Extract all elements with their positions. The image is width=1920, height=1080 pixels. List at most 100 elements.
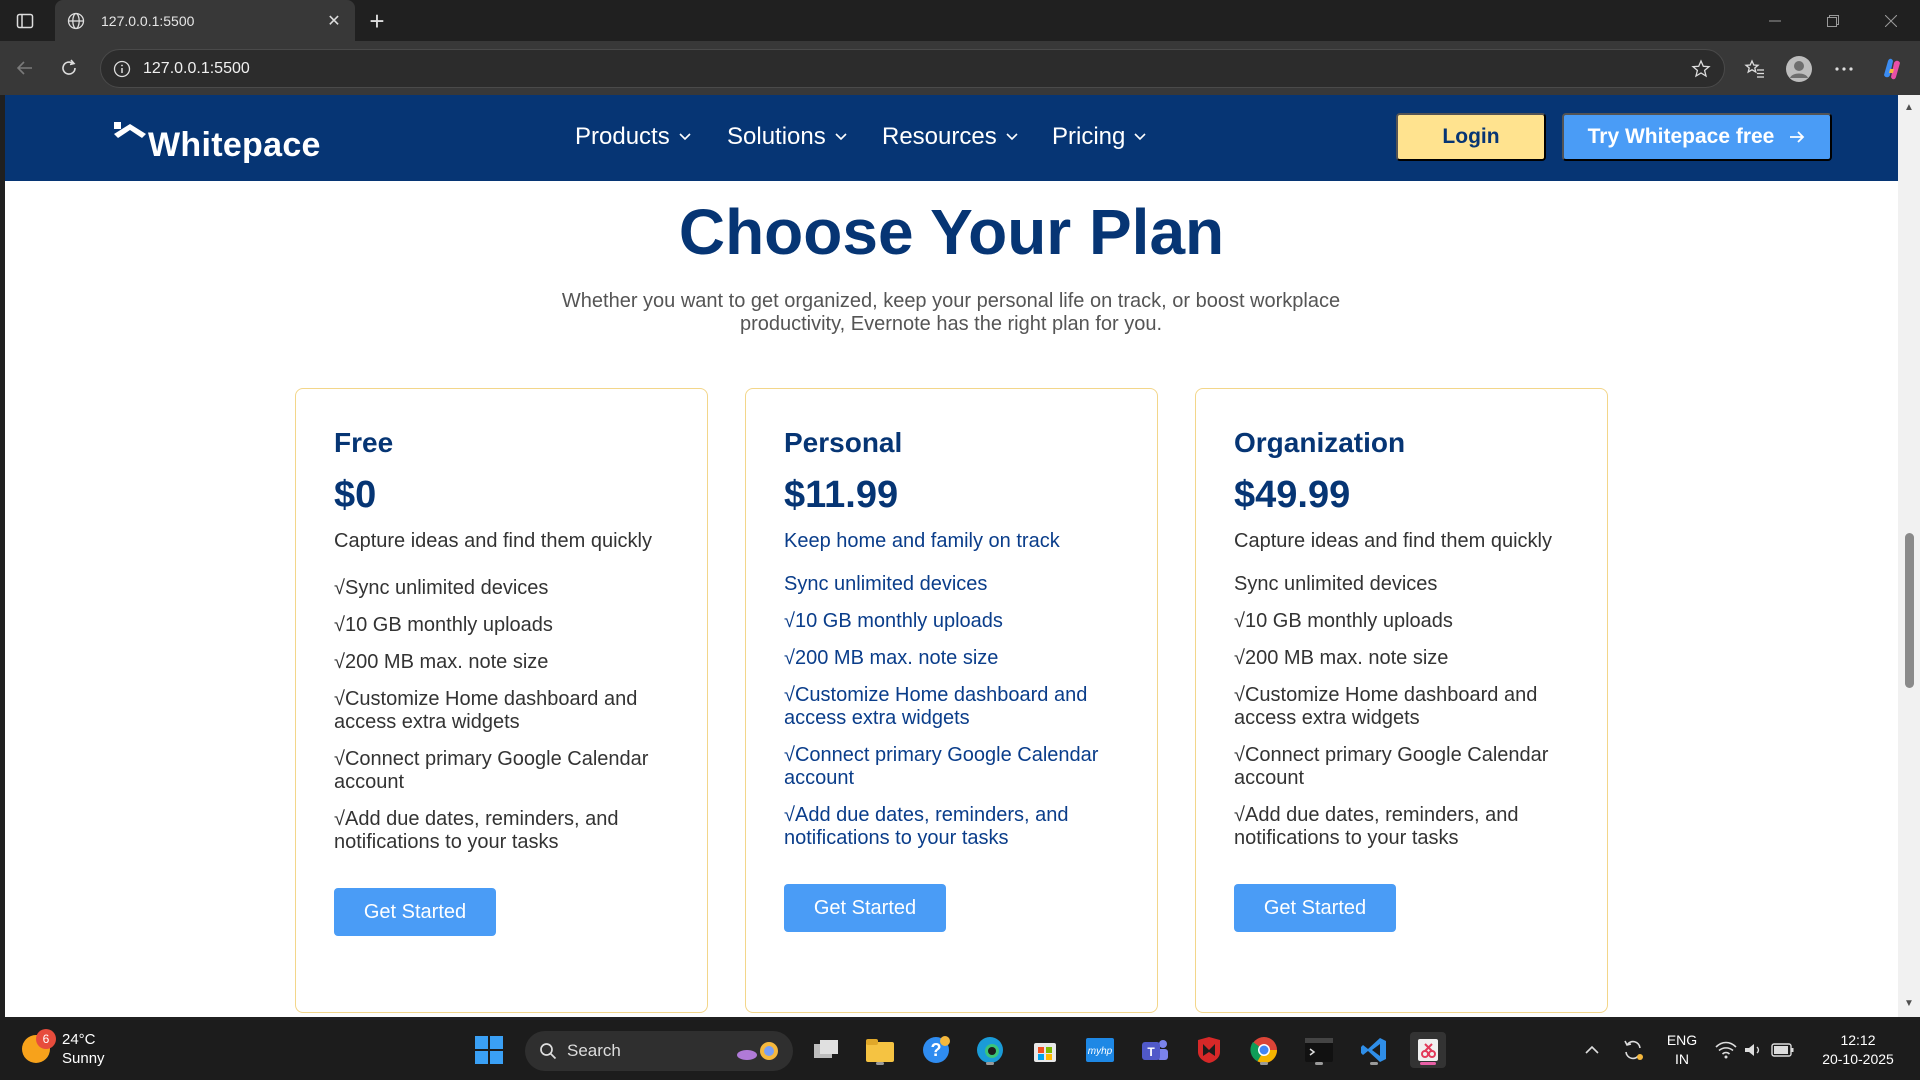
nav-label: Resources xyxy=(882,123,997,150)
browser-tab[interactable]: 127.0.0.1:5500 ✕ xyxy=(55,0,355,41)
get-started-button[interactable]: Get Started xyxy=(784,884,946,932)
running-indicator xyxy=(986,1062,994,1065)
quick-settings[interactable] xyxy=(1710,1032,1800,1068)
task-view-icon[interactable] xyxy=(808,1032,844,1068)
reload-icon[interactable] xyxy=(54,53,84,83)
nav-resources[interactable]: Resources xyxy=(882,123,1019,151)
more-options-icon[interactable] xyxy=(1828,53,1860,85)
weather-widget[interactable]: 6 24°C Sunny xyxy=(22,1029,105,1068)
url-bar[interactable]: 127.0.0.1:5500 xyxy=(100,49,1725,88)
svg-text:myhp: myhp xyxy=(1088,1046,1113,1057)
feature-item: √Connect primary Google Calendar account xyxy=(784,744,1099,789)
tab-title: 127.0.0.1:5500 xyxy=(101,12,195,29)
feature-list: √Sync unlimited devices √10 GB monthly u… xyxy=(334,577,684,868)
feature-item: √Connect primary Google Calendar account xyxy=(1234,744,1549,789)
language-indicator[interactable]: ENG IN xyxy=(1660,1031,1704,1069)
sync-icon[interactable] xyxy=(1615,1032,1651,1068)
profile-avatar-icon[interactable] xyxy=(1783,53,1815,85)
favorites-icon[interactable] xyxy=(1739,53,1771,85)
vscode-icon[interactable] xyxy=(1356,1032,1392,1068)
mcafee-icon[interactable] xyxy=(1191,1032,1227,1068)
copilot-icon[interactable] xyxy=(1876,53,1908,85)
plan-card-personal: Personal $11.99 Keep home and family on … xyxy=(745,388,1158,1013)
chrome-icon[interactable] xyxy=(1246,1032,1282,1068)
restore-icon[interactable] xyxy=(1804,0,1862,41)
feature-item: √10 GB monthly uploads xyxy=(1234,610,1453,632)
microsoft-store-icon[interactable] xyxy=(1027,1032,1063,1068)
plan-name: Free xyxy=(334,427,394,458)
running-indicator xyxy=(876,1062,884,1065)
scrollbar-thumb[interactable] xyxy=(1905,533,1914,688)
weather-temp: 24°C xyxy=(62,1031,96,1048)
nav-label: Products xyxy=(575,123,670,150)
page-scrollbar[interactable]: ▲ ▼ xyxy=(1898,95,1920,1017)
minimize-icon[interactable] xyxy=(1746,0,1804,41)
site-info-icon[interactable] xyxy=(111,58,133,80)
scroll-up-icon[interactable]: ▲ xyxy=(1903,101,1915,113)
tab-actions-icon[interactable] xyxy=(12,8,38,34)
login-button[interactable]: Login xyxy=(1396,113,1546,161)
favorite-star-icon[interactable] xyxy=(1686,54,1716,84)
scroll-down-icon[interactable]: ▼ xyxy=(1903,997,1915,1009)
clock[interactable]: 12:12 20-10-2025 xyxy=(1810,1031,1906,1069)
whitepace-logo-icon xyxy=(114,122,146,138)
feature-list: Sync unlimited devices √10 GB monthly up… xyxy=(784,573,1134,864)
url-text: 127.0.0.1:5500 xyxy=(143,59,250,77)
plan-card-organization: Organization $49.99 Capture ideas and fi… xyxy=(1195,388,1608,1013)
terminal-icon[interactable] xyxy=(1301,1032,1337,1068)
feature-item: √Sync unlimited devices xyxy=(334,577,549,599)
browser-address-bar: 127.0.0.1:5500 xyxy=(0,41,1920,95)
active-indicator xyxy=(1420,1062,1436,1065)
snipping-tool-icon[interactable] xyxy=(1410,1032,1446,1068)
feature-item: √200 MB max. note size xyxy=(784,647,999,669)
try-free-button[interactable]: Try Whitepace free xyxy=(1562,113,1832,161)
plan-tagline: Capture ideas and find them quickly xyxy=(1234,530,1552,552)
nav-pricing[interactable]: Pricing xyxy=(1052,123,1147,151)
file-explorer-icon[interactable] xyxy=(862,1032,898,1068)
feature-item: √Customize Home dashboard and access ext… xyxy=(334,688,638,733)
feature-item: √200 MB max. note size xyxy=(1234,647,1449,669)
nav-products[interactable]: Products xyxy=(575,123,692,151)
lang-line2: IN xyxy=(1675,1051,1689,1067)
edge-browser-icon[interactable] xyxy=(972,1032,1008,1068)
arrow-right-icon xyxy=(1788,128,1806,146)
notification-badge: 6 xyxy=(36,1029,56,1049)
help-icon[interactable]: ? xyxy=(918,1032,954,1068)
feature-item: √Customize Home dashboard and access ext… xyxy=(784,684,1088,729)
nav-label: Pricing xyxy=(1052,123,1126,150)
get-started-button[interactable]: Get Started xyxy=(1234,884,1396,932)
battery-icon xyxy=(1771,1043,1794,1057)
feature-item: Sync unlimited devices xyxy=(1234,573,1438,595)
sun-icon: 6 xyxy=(22,1029,56,1063)
svg-text:T: T xyxy=(1147,1045,1155,1059)
nav-solutions[interactable]: Solutions xyxy=(727,123,848,151)
chevron-down-icon xyxy=(834,130,848,144)
running-indicator xyxy=(1370,1062,1378,1065)
teams-icon[interactable]: T xyxy=(1137,1032,1173,1068)
feature-item: √10 GB monthly uploads xyxy=(334,614,553,636)
windows-taskbar: 6 24°C Sunny Search ? myhp T ENG IN 12:1… xyxy=(0,1020,1920,1080)
feature-item: √Add due dates, reminders, and notificat… xyxy=(1234,804,1519,849)
get-started-button[interactable]: Get Started xyxy=(334,888,496,936)
feature-item: √Add due dates, reminders, and notificat… xyxy=(784,804,1069,849)
logo-text: Whitepace xyxy=(148,126,321,164)
page-title: Choose Your Plan xyxy=(678,196,1225,268)
plan-name: Organization xyxy=(1234,427,1406,458)
running-indicator xyxy=(1260,1062,1268,1065)
search-label: Search xyxy=(567,1041,621,1060)
close-window-icon[interactable] xyxy=(1862,0,1920,41)
myhp-icon[interactable]: myhp xyxy=(1082,1032,1118,1068)
lang-line1: ENG xyxy=(1666,1032,1698,1048)
plan-price: $49.99 xyxy=(1234,474,1351,516)
clock-date: 20-10-2025 xyxy=(1822,1051,1894,1067)
chevron-up-icon[interactable] xyxy=(1574,1032,1610,1068)
feature-list: Sync unlimited devices √10 GB monthly up… xyxy=(1234,573,1584,864)
new-tab-button[interactable]: + xyxy=(362,6,392,36)
site-logo[interactable]: Whitepace xyxy=(112,120,321,165)
taskbar-search[interactable]: Search xyxy=(525,1031,793,1071)
feature-item: √Add due dates, reminders, and notificat… xyxy=(334,808,619,853)
start-icon[interactable] xyxy=(471,1032,507,1068)
close-tab-icon[interactable]: ✕ xyxy=(319,6,349,36)
back-arrow-icon[interactable] xyxy=(10,53,40,83)
feature-item: √Connect primary Google Calendar account xyxy=(334,748,649,793)
